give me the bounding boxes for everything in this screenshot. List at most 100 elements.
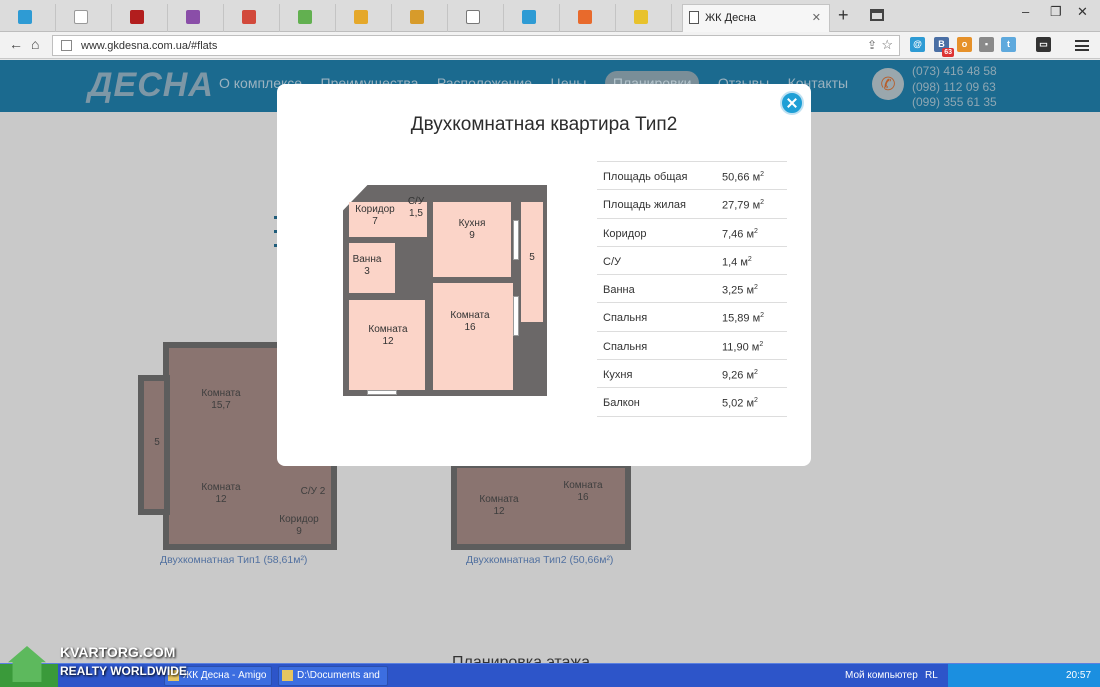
phone-number-3[interactable]: (099) 355 61 35 — [912, 95, 997, 111]
money-favicon-icon — [298, 10, 312, 24]
tab-list-icon[interactable] — [870, 9, 884, 21]
browser-tab-12[interactable] — [616, 4, 672, 32]
spec-value: 9,26 м2 — [722, 369, 758, 382]
plan-type2-caption[interactable]: Двухкомнатная Тип2 (50,66м²) — [466, 554, 613, 566]
spec-label: Площадь общая — [603, 171, 688, 183]
room-name: 5 — [154, 437, 160, 448]
restore-icon[interactable]: ❐ — [1050, 4, 1062, 20]
browser-tab-7[interactable] — [336, 4, 392, 32]
room-name: Коридор — [355, 204, 395, 215]
clock[interactable]: 20:57 — [1066, 670, 1091, 681]
chat-icon[interactable]: ▭ — [1036, 37, 1051, 52]
close-modal-button[interactable] — [780, 91, 804, 115]
spec-row: Коридор 7,46 м2 — [597, 219, 787, 247]
plan-type2-image[interactable]: Комната 12 Комната 16 — [451, 462, 631, 550]
back-arrow-icon[interactable]: ← — [9, 36, 23, 52]
site-logo[interactable]: ДЕСНА — [88, 66, 214, 105]
phone-number-2[interactable]: (098) 112 09 63 — [912, 80, 997, 96]
spec-row: Спальня 11,90 м2 — [597, 332, 787, 361]
share-icon[interactable]: ⇪ — [867, 38, 877, 52]
browser-tab-11[interactable] — [560, 4, 616, 32]
room-name: Комната — [368, 324, 408, 335]
page-icon — [689, 11, 699, 24]
language-indicator[interactable]: RL — [925, 670, 938, 681]
room-area: 16 — [577, 492, 589, 503]
browser-tab-1[interactable] — [0, 4, 56, 32]
vk-extension-icon[interactable]: B 63 — [934, 37, 954, 57]
room-area: 9 — [469, 230, 475, 241]
house-favicon-icon — [242, 10, 256, 24]
browser-tab-9[interactable] — [448, 4, 504, 32]
spec-label: Кухня — [603, 369, 633, 382]
url-text[interactable]: www.gkdesna.com.ua/#flats — [81, 40, 217, 52]
browser-tab-10[interactable] — [504, 4, 560, 32]
mail-extension-icon[interactable]: @ — [910, 37, 925, 52]
room-name: 5 — [529, 252, 535, 263]
spec-label: Спальня — [603, 340, 648, 353]
spec-value: 5,02 м2 — [722, 397, 758, 411]
olx-favicon-icon — [74, 10, 88, 24]
new-tab-icon[interactable]: + — [838, 5, 849, 26]
room-area: 1,5 — [409, 208, 423, 219]
spec-table: Площадь общая 50,66 м2 Площадь жилая 27,79… — [597, 161, 787, 417]
phone-number-1[interactable]: (073) 416 48 58 — [912, 64, 997, 80]
ok-extension-icon[interactable]: o — [957, 37, 972, 52]
spec-row: С/У 1,4 м2 — [597, 247, 787, 276]
plan-type1-caption[interactable]: Двухкомнатная Тип1 (58,61м²) — [160, 554, 307, 566]
spec-value: 11,90 м2 — [722, 340, 764, 354]
spec-label: Площадь жилая — [603, 199, 686, 212]
active-browser-tab[interactable]: ЖК Десна ✕ — [682, 4, 830, 32]
room-name: Комната — [563, 480, 603, 491]
browser-tab-8[interactable] — [392, 4, 448, 32]
plan-type1-balcony: 5 — [138, 375, 170, 515]
room-name: С/У — [407, 196, 425, 207]
page-info-icon[interactable] — [61, 40, 72, 51]
apartment-modal: Двухкомнатная квартира Тип2 Коридор 7 С/У… — [277, 84, 811, 466]
menu-icon[interactable] — [1075, 40, 1089, 51]
window-close-icon[interactable]: ✕ — [1077, 4, 1088, 20]
room-area: 2 — [319, 486, 326, 497]
spec-label: Коридор — [603, 227, 647, 240]
address-bar[interactable]: www.gkdesna.com.ua/#flats ⇪ ☆ — [52, 35, 900, 56]
browser-tab-5[interactable] — [224, 4, 280, 32]
room-name: Комната — [479, 494, 519, 505]
spec-value: 1,4 м2 — [722, 255, 752, 269]
key-favicon-icon — [634, 10, 648, 24]
browser-tab-4[interactable] — [168, 4, 224, 32]
taskbar-item-explorer[interactable]: D:\Documents and Se... — [278, 666, 388, 686]
spec-row: Площадь общая 50,66 м2 — [597, 162, 787, 191]
notification-badge: 63 — [942, 48, 954, 57]
spec-label: Спальня — [603, 312, 648, 325]
room-name: Ванна — [352, 254, 382, 265]
home-icon[interactable]: ⌂ — [31, 36, 39, 52]
room-name: Комната — [201, 388, 241, 399]
orange-favicon-icon — [578, 10, 592, 24]
browser-toolbar: ← ⌂ www.gkdesna.com.ua/#flats ⇪ ☆ @ B 63 … — [0, 32, 1100, 59]
spec-row: Площадь жилая 27,79 м2 — [597, 190, 787, 219]
room-area: 9 — [296, 526, 302, 537]
browser-tab-strip: ЖК Десна ✕ + ‒ ❐ ✕ — [0, 0, 1100, 32]
twitter-extension-icon[interactable]: t — [1001, 37, 1016, 52]
room-name: Комната — [450, 310, 490, 321]
document-favicon-icon — [466, 10, 480, 24]
browser-tab-6[interactable] — [280, 4, 336, 32]
room-area: 16 — [464, 322, 476, 333]
minimize-icon[interactable]: ‒ — [1022, 4, 1029, 19]
room-name: Кухня — [458, 218, 486, 229]
bookmark-star-icon[interactable]: ☆ — [881, 37, 893, 53]
browser-tab-3[interactable] — [112, 4, 168, 32]
spec-value: 50,66 м2 — [722, 171, 765, 184]
close-tab-icon[interactable]: ✕ — [812, 11, 821, 24]
messenger-extension-icon[interactable]: ▪ — [979, 37, 994, 52]
window-kitchen — [513, 220, 519, 260]
my-computer-label[interactable]: Мой компьютер — [845, 670, 918, 681]
system-tray: 20:57 — [948, 664, 1100, 687]
floor-plan-section-title: Планировка этажа — [452, 654, 590, 663]
room-area: 12 — [382, 336, 394, 347]
spec-value: 7,46 м2 — [722, 227, 758, 241]
spec-label: Ванна — [603, 284, 635, 297]
r-favicon-icon — [186, 10, 200, 24]
browser-tab-2[interactable] — [56, 4, 112, 32]
spec-row: Балкон 5,02 м2 — [597, 388, 787, 417]
page-viewport: ДЕСНА О комплексе Преимущества Расположе… — [0, 60, 1100, 663]
